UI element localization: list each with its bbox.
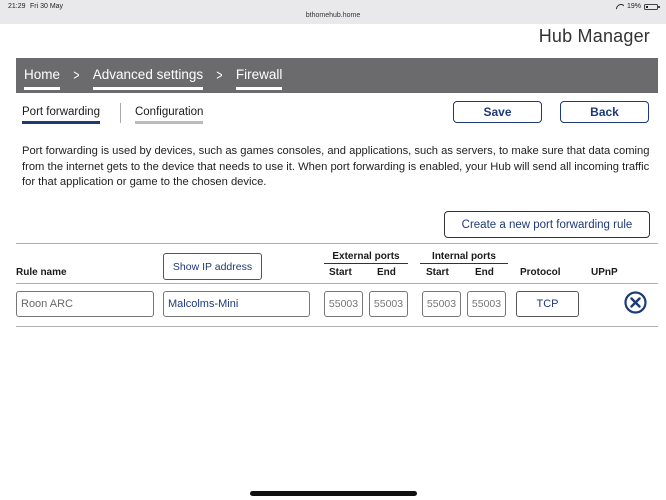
breadcrumb-home-link[interactable]: Home	[24, 67, 61, 90]
battery-percent: 19%	[626, 3, 641, 10]
address-bar-url[interactable]: bthomehub.home	[0, 12, 666, 19]
sub-tabs: Port forwarding Configuration	[22, 103, 204, 124]
table-top-divider	[16, 243, 658, 244]
device-select[interactable]: Malcolms-Mini	[163, 291, 310, 317]
header-rule-name: Rule name	[16, 267, 67, 278]
protocol-select[interactable]: TCP	[516, 291, 579, 317]
back-button[interactable]: Back	[560, 101, 649, 123]
header-external-start: Start	[329, 267, 352, 278]
home-indicator[interactable]	[250, 491, 417, 496]
brand-title: Hub Manager	[538, 26, 650, 46]
status-date: Fri 30 May	[30, 3, 64, 10]
tab-divider	[119, 103, 121, 123]
rule-name-input[interactable]: Roon ARC	[16, 291, 154, 317]
external-end-port-input[interactable]: 55003	[369, 291, 408, 317]
header-upnp: UPnP	[591, 267, 618, 278]
port-forwarding-description: Port forwarding is used by devices, such…	[22, 145, 650, 188]
chevron-right-icon: >	[216, 67, 223, 84]
internal-end-port-input[interactable]: 55003	[467, 291, 506, 317]
remove-rule-button[interactable]	[624, 291, 647, 314]
internal-start-port-input[interactable]: 55003	[422, 291, 461, 317]
header-internal-end: End	[475, 267, 494, 278]
tab-configuration[interactable]: Configuration	[134, 106, 204, 124]
battery-icon	[644, 3, 660, 10]
show-ip-address-button[interactable]: Show IP address	[163, 253, 262, 280]
tab-port-forwarding[interactable]: Port forwarding	[22, 106, 100, 124]
table-header-divider	[16, 283, 658, 284]
breadcrumb: Home > Advanced settings > Firewall	[16, 58, 658, 93]
table-row-divider	[16, 326, 658, 327]
create-port-forwarding-rule-button[interactable]: Create a new port forwarding rule	[444, 211, 650, 238]
status-bar: 21:29 Fri 30 May 19% bthomehub.home	[0, 0, 666, 24]
external-start-port-input[interactable]: 55003	[324, 291, 363, 317]
header-external-end: End	[377, 267, 396, 278]
header-protocol: Protocol	[520, 267, 561, 278]
status-time: 21:29	[8, 3, 26, 10]
header-internal-start: Start	[426, 267, 449, 278]
breadcrumb-firewall[interactable]: Firewall	[235, 67, 282, 90]
header-external-ports-underline	[324, 263, 408, 264]
chevron-right-icon: >	[73, 67, 80, 84]
save-button[interactable]: Save	[453, 101, 542, 123]
breadcrumb-advanced-settings-link[interactable]: Advanced settings	[92, 67, 204, 90]
status-indicators: 19%	[616, 3, 660, 10]
header-internal-ports-underline	[420, 263, 508, 264]
header-external-ports: External ports	[332, 251, 400, 262]
wifi-icon	[616, 4, 624, 10]
header-internal-ports: Internal ports	[432, 251, 496, 262]
battery-level-fill	[646, 5, 648, 8]
close-circle-icon	[624, 291, 647, 314]
